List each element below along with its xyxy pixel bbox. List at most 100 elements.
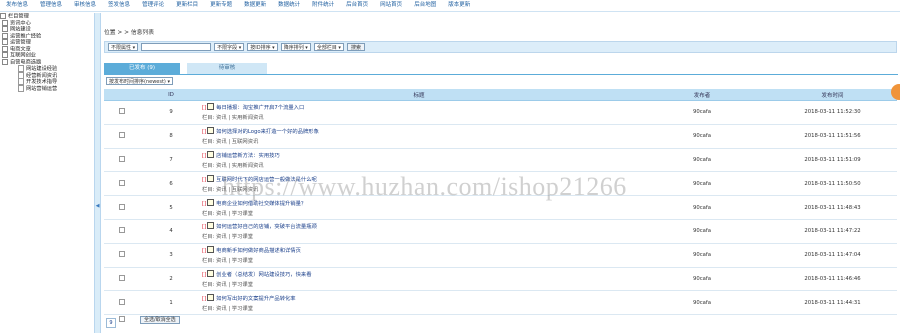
row-title-link[interactable]: 如何选择对的Logo来打造一个好的品牌形象 [216, 129, 319, 135]
edit-icon[interactable] [207, 246, 215, 254]
tab-pending[interactable]: 待审核 [187, 63, 267, 74]
field-select[interactable]: 不限字段 ▾ [214, 43, 245, 51]
nav-item[interactable]: 网站首页 [374, 0, 408, 11]
header-time[interactable]: 发布时间 [768, 89, 897, 101]
folder-icon [2, 58, 8, 65]
category-select[interactable]: 全部栏目 ▾ [313, 43, 344, 51]
table-row[interactable]: 1[] 如何写出好的文案提升产品转化率 栏目: 资讯 | 学习课堂 90cafa 201… [104, 290, 897, 316]
row-checkbox[interactable] [119, 274, 125, 281]
sort-select[interactable]: 按发布时间排序(newest) ▾ [106, 77, 173, 85]
row-time: 2018-03-11 11:51:09 [768, 148, 897, 173]
table-row[interactable]: 3[] 电商新手如何做好商品描述和详情页 栏目: 资讯 | 学习课堂 90cafa 20… [104, 243, 897, 268]
page-number[interactable]: 9 [106, 318, 116, 328]
row-checkbox[interactable] [119, 251, 125, 258]
attribute-select[interactable]: 不限属性 ▾ [108, 43, 139, 51]
tree-item[interactable]: 网站营销运营 [0, 84, 92, 92]
articles-table: ID 标题 发布者 发布时间 9 [] 每日播报：淘宝推广开启7个流量入口栏目: 资… [104, 89, 897, 325]
row-author: 90cafa [636, 195, 768, 220]
row-title-link[interactable]: 如何运营好自己的店铺，突破平台流量瓶颈 [216, 224, 317, 230]
row-id: 8 [140, 124, 202, 149]
row-title-link[interactable]: 店铺运营新方法：实用技巧 [216, 153, 280, 159]
nav-item[interactable]: 附件统计 [306, 0, 340, 11]
top-navigation: 发布信息 管理信息 审核信息 签发信息 管理评论 更新栏目 更新专题 数据更新 数据统计 附件统计… [0, 0, 900, 12]
tab-published[interactable]: 已发布 (9) [104, 63, 180, 74]
folder-icon [2, 52, 8, 58]
row-checkbox[interactable] [119, 132, 125, 139]
row-checkbox[interactable] [119, 203, 125, 210]
row-author: 90cafa [636, 219, 768, 244]
watermark: https://www.huzhan.com/ishop21266 [222, 172, 627, 201]
row-time: 2018-03-11 11:51:56 [768, 124, 897, 149]
edit-icon[interactable] [207, 103, 215, 111]
tag-bracket: [] [202, 295, 207, 302]
row-category: 栏目: 资讯 | 互联网资讯 [202, 139, 259, 146]
select-all-checkbox[interactable] [119, 316, 125, 323]
tag-bracket: [] [202, 129, 207, 136]
row-id: 2 [140, 267, 202, 292]
header-author[interactable]: 发布者 [636, 89, 768, 101]
tag-bracket: [] [202, 200, 207, 207]
row-time: 2018-03-11 11:47:04 [768, 243, 897, 268]
table-row[interactable]: 8[] 如何选择对的Logo来打造一个好的品牌形象 栏目: 资讯 | 互联网资讯 90… [104, 124, 897, 149]
sidebar-tree: 栏目管理 资讯中心 网站建设 运营推广经验 运营管理 电商文章 互联网创业 自营电商选题 网站… [0, 13, 92, 333]
row-time: 2018-03-11 11:52:30 [768, 100, 897, 125]
filter-bar: 不限属性 ▾ 不限字段 ▾ 按ID排序 ▾ 降序排列 ▾ 全部栏目 ▾ 搜索 [104, 41, 897, 53]
order-direction-select[interactable]: 降序排列 ▾ [280, 43, 311, 51]
edit-icon[interactable] [207, 269, 215, 277]
edit-icon[interactable] [207, 222, 215, 230]
float-help-icon[interactable] [891, 84, 900, 100]
table-row[interactable]: 2[] 创业者（总结发）网站建设技巧，快来看 栏目: 资讯 | 学习课堂 90cafa… [104, 267, 897, 292]
header-id[interactable]: ID [140, 89, 202, 101]
row-category: 栏目: 资讯 | 学习课堂 [202, 305, 253, 312]
order-field-select[interactable]: 按ID排序 ▾ [247, 43, 278, 51]
nav-item[interactable]: 更新专题 [204, 0, 238, 11]
search-input[interactable] [141, 43, 212, 51]
document-icon [18, 84, 24, 92]
row-category: 栏目: 资讯 | 学习课堂 [202, 258, 253, 265]
row-time: 2018-03-11 11:50:50 [768, 171, 897, 197]
nav-item[interactable]: 管理信息 [34, 0, 68, 11]
row-category: 栏目: 资讯 | 实用新闻资讯 [202, 162, 264, 169]
table-row[interactable]: 7[] 店铺运营新方法：实用技巧 栏目: 资讯 | 实用新闻资讯 90cafa 2018… [104, 148, 897, 173]
nav-item[interactable]: 发布信息 [0, 0, 34, 11]
row-title-link[interactable]: 如何写出好的文案提升产品转化率 [216, 296, 295, 302]
nav-item[interactable]: 后台首页 [340, 0, 374, 11]
edit-icon[interactable] [207, 127, 215, 135]
tag-bracket: [] [202, 105, 207, 112]
search-button[interactable]: 搜索 [346, 43, 365, 51]
tree-item-label: 网站建设 [10, 26, 31, 33]
row-title-link[interactable]: 创业者（总结发）网站建设技巧，快来看 [216, 272, 311, 278]
edit-icon[interactable] [207, 293, 215, 301]
header-title[interactable]: 标题 [202, 89, 636, 101]
select-all-button[interactable]: 全选/取消全选 [140, 316, 180, 325]
row-category: 栏目: 资讯 | 学习课堂 [202, 281, 253, 288]
nav-item[interactable]: 数据更新 [238, 0, 272, 11]
nav-item[interactable]: 版本更新 [442, 0, 476, 11]
row-checkbox[interactable] [119, 227, 125, 234]
row-checkbox[interactable] [119, 108, 125, 115]
row-time: 2018-03-11 11:48:43 [768, 195, 897, 220]
row-checkbox[interactable] [119, 155, 125, 162]
table-footer-row: 全选/取消全选 [104, 315, 897, 326]
folder-icon [2, 32, 8, 39]
tag-bracket: [] [202, 152, 207, 159]
table-row[interactable]: 9[] 每日播报：淘宝推广开启7个流量入口 栏目: 资讯 | 实用新闻资讯 90caf… [104, 100, 897, 125]
nav-item[interactable]: 后台地图 [408, 0, 442, 11]
row-checkbox[interactable] [119, 179, 125, 186]
nav-item[interactable]: 更新栏目 [170, 0, 204, 11]
nav-item[interactable]: 审核信息 [68, 0, 102, 11]
edit-icon[interactable] [207, 150, 215, 158]
row-checkbox[interactable] [119, 298, 125, 305]
header-select [104, 89, 140, 101]
row-id: 5 [140, 195, 202, 220]
edit-icon[interactable] [207, 198, 215, 206]
row-title-link[interactable]: 电商新手如何做好商品描述和详情页 [216, 248, 301, 254]
table-row[interactable]: 4[] 如何运营好自己的店铺，突破平台流量瓶颈 栏目: 资讯 | 学习课堂 90caf… [104, 219, 897, 244]
nav-item[interactable]: 管理评论 [136, 0, 170, 11]
nav-item[interactable]: 签发信息 [102, 0, 136, 11]
edit-icon[interactable] [207, 174, 215, 182]
row-category: 栏目: 资讯 | 实用新闻资讯 [202, 115, 264, 122]
row-author: 90cafa [636, 290, 768, 316]
row-title-link[interactable]: 每日播报：淘宝推广开启7个流量入口 [216, 105, 304, 111]
nav-item[interactable]: 数据统计 [272, 0, 306, 11]
